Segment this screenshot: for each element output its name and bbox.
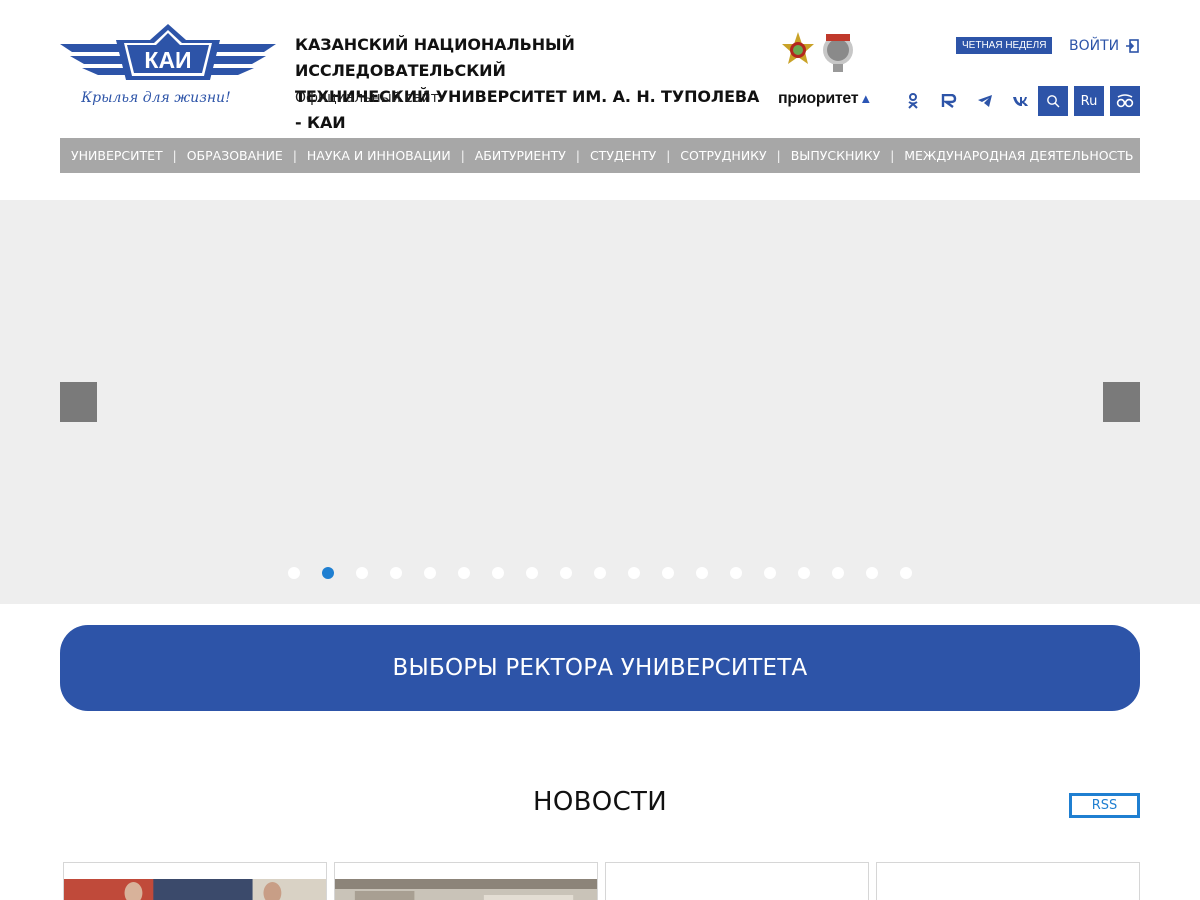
- nav-item[interactable]: ВЫПУСКНИКУ: [791, 148, 880, 163]
- nav-item[interactable]: СОТРУДНИКУ: [680, 148, 766, 163]
- slider-dot[interactable]: [764, 567, 776, 579]
- slider-next-button[interactable]: [1103, 382, 1140, 422]
- rector-election-label: ВЫБОРЫ РЕКТОРА УНИВЕРСИТЕТА: [392, 655, 808, 681]
- nav-separator: |: [460, 148, 465, 163]
- rector-election-banner[interactable]: ВЫБОРЫ РЕКТОРА УНИВЕРСИТЕТА: [60, 625, 1140, 711]
- nav-item[interactable]: АБИТУРИЕНТУ: [475, 148, 566, 163]
- week-parity-badge: ЧЕТНАЯ НЕДЕЛЯ: [956, 37, 1053, 54]
- slider-dot[interactable]: [492, 567, 504, 579]
- telegram-icon[interactable]: [967, 86, 1003, 116]
- kai-logo[interactable]: КАИ Крылья для жизни!: [60, 22, 276, 114]
- accessibility-glasses-icon: [1116, 94, 1134, 108]
- language-button[interactable]: Ru: [1074, 86, 1104, 116]
- social-links: [895, 86, 1039, 116]
- news-card[interactable]: [63, 862, 327, 900]
- main-navigation: УНИВЕРСИТЕТ | ОБРАЗОВАНИЕ | НАУКА И ИННОВАЦИ…: [60, 138, 1140, 173]
- priority-2030-logo[interactable]: приоритет▲: [778, 90, 872, 108]
- accessibility-button[interactable]: [1110, 86, 1140, 116]
- slider-dot[interactable]: [458, 567, 470, 579]
- slider-dot[interactable]: [288, 567, 300, 579]
- slider-dot[interactable]: [594, 567, 606, 579]
- vk-icon[interactable]: [1003, 86, 1039, 116]
- rutube-icon[interactable]: [931, 86, 967, 116]
- slider-dot[interactable]: [356, 567, 368, 579]
- nav-separator: |: [292, 148, 297, 163]
- slider-dot[interactable]: [696, 567, 708, 579]
- news-heading: НОВОСТИ: [533, 787, 667, 817]
- priority-arrow-icon: ▲: [859, 91, 872, 106]
- login-link[interactable]: ВОЙТИ: [1069, 38, 1139, 54]
- nav-item[interactable]: ОБРАЗОВАНИЕ: [187, 148, 283, 163]
- login-label: ВОЙТИ: [1069, 38, 1120, 54]
- slider-dot[interactable]: [322, 567, 334, 579]
- site-header: КАИ Крылья для жизни! КАЗАНСКИЙ НАЦИОНАЛ…: [60, 18, 1140, 132]
- priority-label: приоритет: [778, 90, 859, 107]
- slider-prev-button[interactable]: [60, 382, 97, 422]
- slider-dot[interactable]: [730, 567, 742, 579]
- slider-dot[interactable]: [560, 567, 572, 579]
- nav-separator: |: [890, 148, 895, 163]
- slider-dot[interactable]: [628, 567, 640, 579]
- hero-slider: [0, 200, 1200, 604]
- news-cards: [63, 862, 1140, 900]
- rss-label: RSS: [1091, 798, 1118, 813]
- nav-separator: |: [172, 148, 177, 163]
- search-button[interactable]: [1038, 86, 1068, 116]
- news-card-image: [335, 879, 597, 900]
- site-subtitle: Официальный сайт: [295, 90, 439, 106]
- news-card[interactable]: [876, 862, 1140, 900]
- search-icon: [1047, 95, 1060, 108]
- news-card[interactable]: [334, 862, 598, 900]
- login-icon: [1126, 39, 1139, 53]
- nav-separator: |: [776, 148, 781, 163]
- slider-dot[interactable]: [832, 567, 844, 579]
- slider-dot[interactable]: [798, 567, 810, 579]
- slider-pagination: [288, 567, 912, 579]
- nav-item[interactable]: МЕЖДУНАРОДНАЯ ДЕЯТЕЛЬНОСТЬ: [904, 148, 1133, 163]
- logo-slogan: Крылья для жизни!: [80, 90, 230, 106]
- award-orders-icon: [782, 32, 853, 72]
- rss-button[interactable]: RSS: [1069, 793, 1140, 818]
- nav-item[interactable]: НАУКА И ИННОВАЦИИ: [307, 148, 451, 163]
- slider-dot[interactable]: [900, 567, 912, 579]
- nav-item[interactable]: СТУДЕНТУ: [590, 148, 656, 163]
- news-card-image: [64, 879, 326, 900]
- university-title-line1: КАЗАНСКИЙ НАЦИОНАЛЬНЫЙ ИССЛЕДОВАТЕЛЬСКИЙ: [295, 35, 575, 80]
- slider-dot[interactable]: [424, 567, 436, 579]
- slider-dot[interactable]: [526, 567, 538, 579]
- nav-item[interactable]: УНИВЕРСИТЕТ: [71, 148, 163, 163]
- odnoklassniki-icon[interactable]: [895, 86, 931, 116]
- news-card[interactable]: [605, 862, 869, 900]
- nav-separator: |: [575, 148, 580, 163]
- slider-dot[interactable]: [390, 567, 402, 579]
- logo-text: КАИ: [144, 47, 191, 73]
- language-label: Ru: [1080, 93, 1098, 109]
- university-title: КАЗАНСКИЙ НАЦИОНАЛЬНЫЙ ИССЛЕДОВАТЕЛЬСКИЙ…: [295, 32, 765, 136]
- slider-dot[interactable]: [662, 567, 674, 579]
- nav-separator: |: [666, 148, 671, 163]
- slider-dot[interactable]: [866, 567, 878, 579]
